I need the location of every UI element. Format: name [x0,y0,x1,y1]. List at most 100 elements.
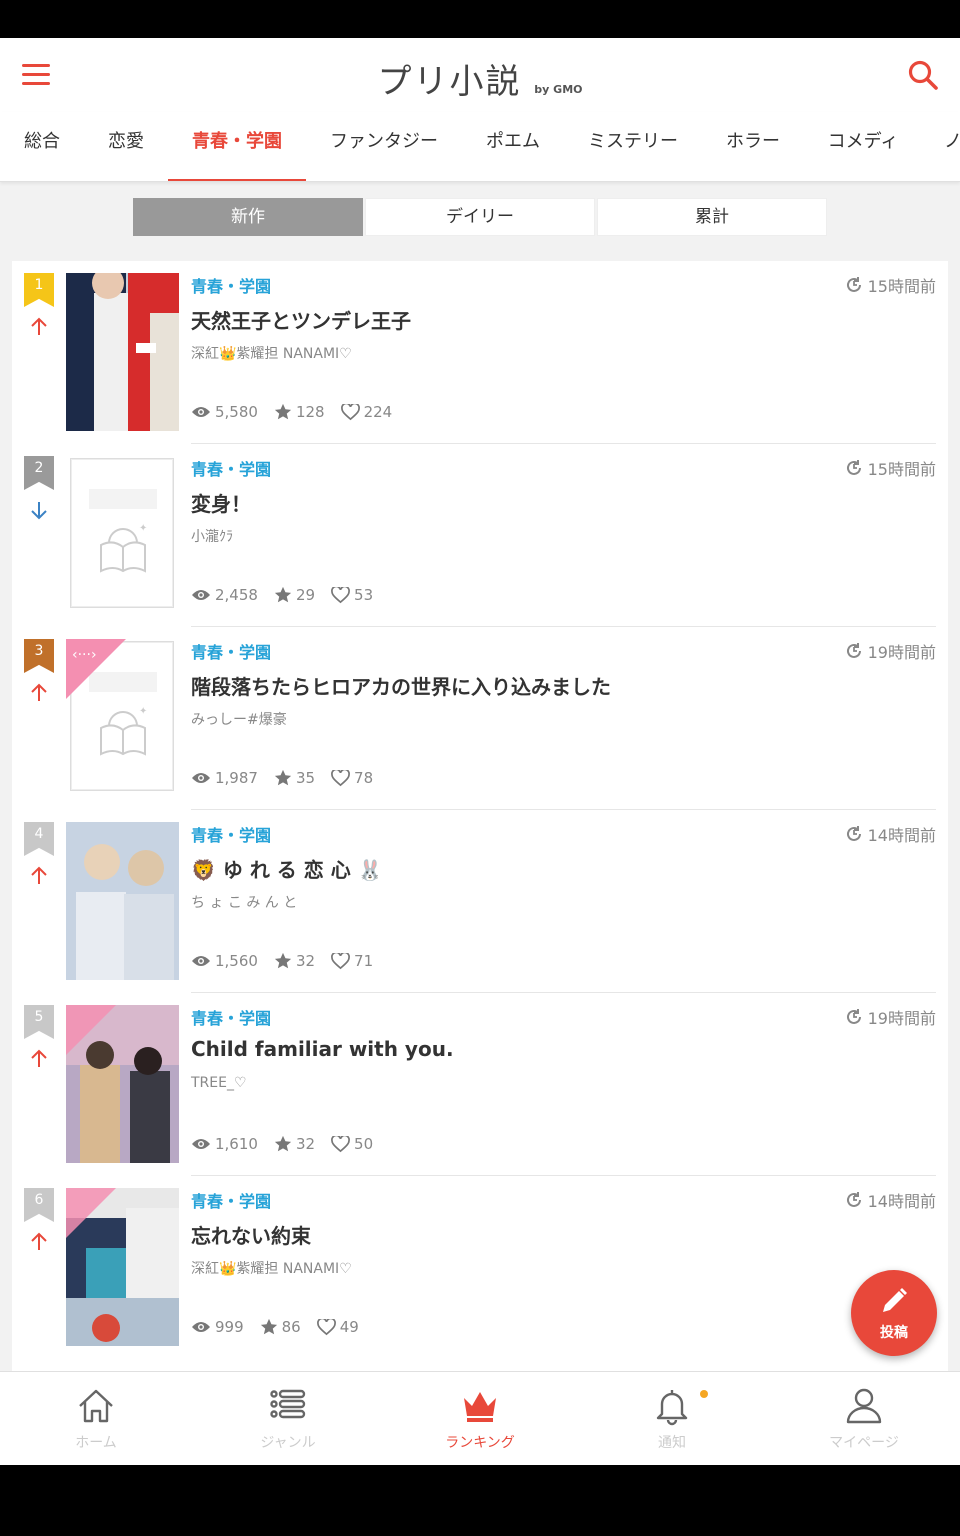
story-title[interactable]: Child familiar with you. [191,1037,454,1061]
svg-text:✦: ✦ [139,523,147,534]
heart-icon [316,1318,336,1335]
search-icon[interactable] [906,58,940,92]
eye-icon [192,590,210,600]
views-count: 2,458 [215,586,258,604]
tab-poem[interactable]: ポエム [472,112,554,181]
story-title[interactable]: 階段落ちたらヒロアカの世界に入り込みました [191,671,611,700]
nav-genre[interactable]: ジャンル [192,1372,384,1465]
nav-ranking[interactable]: ランキング [384,1372,576,1465]
segment-total[interactable]: 累計 [597,198,827,236]
author-name[interactable]: みっしー#爆豪 [191,709,287,729]
story-title[interactable]: 忘れない約束 [191,1220,311,1249]
unread-dot [700,1390,708,1398]
ranking-item[interactable]: 5 青春・学園 19時間前 Child familiar with you. T… [12,993,948,1176]
views-count: 999 [215,1318,244,1336]
tab-more[interactable]: ノ [944,112,960,181]
star-icon [274,769,292,786]
corner-ribbon: ‹···› [66,639,126,699]
category-label[interactable]: 青春・学園 [191,456,271,480]
genre-tabs: 総合 恋愛 青春・学園 ファンタジー ポエム ミステリー ホラー コメディ ノ [0,112,960,182]
views-count: 1,987 [215,769,258,787]
stars-count: 128 [295,403,325,421]
tab-renai[interactable]: 恋愛 [96,112,156,181]
nav-home[interactable]: ホーム [0,1372,192,1465]
updated-time: 14時間前 [844,1188,936,1212]
tab-sogo[interactable]: 総合 [12,112,72,181]
rank-badge: 6 [24,1188,54,1222]
story-stats: 5,580 128 224 [191,403,392,421]
likes-count: 224 [363,403,393,421]
segment-new[interactable]: 新作 [133,198,363,236]
category-label[interactable]: 青春・学園 [191,273,271,297]
story-stats: 2,458 29 53 [191,586,373,604]
likes-count: 78 [354,769,374,787]
updated-time: 19時間前 [844,1005,936,1029]
eye-icon [192,956,210,966]
ranking-item[interactable]: 1 青春・学園 15時間前 天然王子とツンデレ王子 深紅👑紫耀担 NANAMI♡… [12,261,948,444]
arrow-up-icon [31,1049,47,1067]
book-icon: ✦ [100,523,147,573]
logo[interactable]: プリ小説 by GMO [0,54,960,103]
stars-count: 35 [295,769,316,787]
story-title[interactable]: 🦁 ゆ れ る 恋 心 🐰 [191,854,383,883]
nav-mypage[interactable]: マイページ [768,1372,960,1465]
tab-seishun-gakuen[interactable]: 青春・学園 [168,112,306,181]
segment-daily[interactable]: デイリー [365,198,595,236]
bell-icon [656,1390,688,1426]
nav-label: ジャンル [260,1435,316,1451]
author-name[interactable]: 深紅👑紫耀担 NANAMI♡ [191,343,352,363]
category-label[interactable]: 青春・学園 [191,822,271,846]
updated-time: 15時間前 [844,273,936,297]
views-count: 1,610 [215,1135,258,1153]
tab-mystery[interactable]: ミステリー [576,112,690,181]
eye-icon [192,407,210,417]
author-name[interactable]: 小瀧ｸﾗ [191,526,233,546]
cover-image[interactable] [66,1188,179,1346]
author-name[interactable]: ち ょ こ み ん と [191,892,297,912]
eye-icon [192,1322,210,1332]
clock-refresh-icon [846,460,861,475]
ranking-item[interactable]: 4 青春・学園 14時間前 🦁 ゆ れ る 恋 心 🐰 ち ょ こ み ん と … [12,810,948,993]
likes-count: 53 [354,586,374,604]
story-title[interactable]: 変身！ [191,488,251,517]
cover-placeholder[interactable]: ✦ [70,458,174,608]
bottom-nav: ホーム ジャンル ランキング 通知 マイページ [0,1371,960,1465]
tab-horror[interactable]: ホラー [712,112,794,181]
star-icon [274,586,292,603]
rank-badge: 3 [24,639,54,673]
ranking-item[interactable]: 2 ✦ 青春・学園 15時間前 変身！ 小瀧ｸﾗ 2,458 29 53 [12,444,948,627]
arrow-up-icon [31,683,47,701]
cover-image[interactable] [66,822,179,980]
story-stats: 1,610 32 50 [191,1135,373,1153]
nav-notification[interactable]: 通知 [576,1372,768,1465]
ranking-item[interactable]: 6 青春・学園 14時間前 忘れない約束 深紅👑紫耀担 NANAMI♡ 999 … [12,1176,948,1359]
heart-icon [331,1135,350,1152]
nav-label: ホーム [75,1435,117,1451]
rank-badge: 2 [24,456,54,490]
nav-label: ランキング [445,1435,515,1451]
tab-fantasy[interactable]: ファンタジー [318,112,450,181]
updated-time: 14時間前 [844,822,936,846]
nav-label: マイページ [829,1435,899,1451]
stars-count: 32 [295,1135,316,1153]
post-button[interactable]: 投稿 [851,1270,937,1356]
time-text: 15時間前 [867,277,936,296]
views-count: 1,560 [215,952,258,970]
category-label[interactable]: 青春・学園 [191,639,271,663]
category-label[interactable]: 青春・学園 [191,1188,271,1212]
ranking-item[interactable]: 3 ✦ ‹···› 青春・学園 19時間前 階段落ちたらヒロアカの世界に入り込み… [12,627,948,810]
story-title[interactable]: 天然王子とツンデレ王子 [191,305,411,334]
svg-text:✦: ✦ [139,706,147,717]
category-label[interactable]: 青春・学園 [191,1005,271,1029]
author-name[interactable]: TREE_♡ [191,1075,247,1091]
stars-count: 29 [295,586,316,604]
heart-icon [331,586,350,603]
story-stats: 1,987 35 78 [191,769,373,787]
tab-comedy[interactable]: コメディ [814,112,912,181]
svg-text:‹···›: ‹···› [72,647,97,663]
cover-image[interactable] [66,273,179,431]
logo-sub: by GMO [534,83,583,96]
author-name[interactable]: 深紅👑紫耀担 NANAMI♡ [191,1258,352,1278]
cover-image[interactable] [66,1005,179,1163]
list-icon [270,1389,306,1419]
